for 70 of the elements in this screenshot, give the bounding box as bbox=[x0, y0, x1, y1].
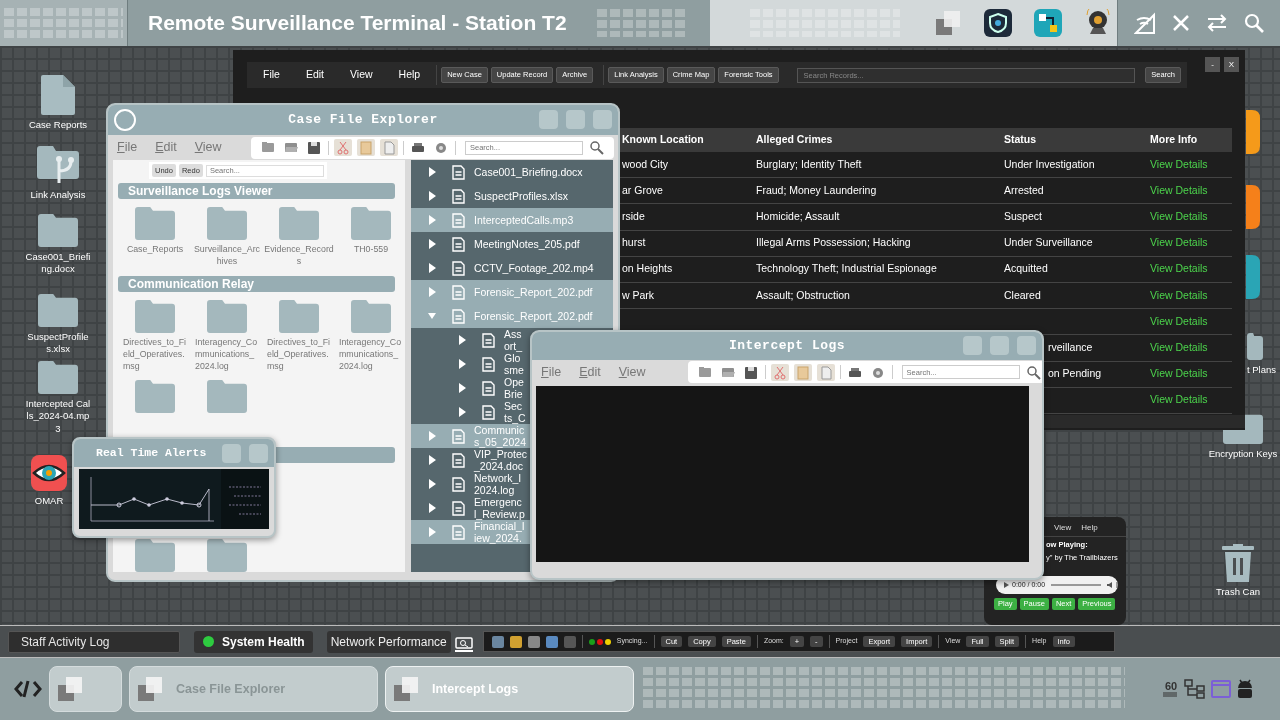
table-cell-text: Under Investigation bbox=[1003, 156, 1096, 172]
table-cell-text: Arrested bbox=[1003, 182, 1045, 198]
details-link[interactable]: View Details bbox=[1150, 341, 1208, 354]
table-cell-text: Under Surveillance bbox=[1003, 235, 1094, 251]
column-header: Known Location bbox=[621, 132, 705, 148]
column-header: Alleged Crimes bbox=[755, 132, 834, 148]
table-cell-text: rside bbox=[621, 209, 646, 225]
details-link[interactable]: View Details bbox=[1150, 262, 1208, 275]
folder-label: Directives_to_Field_Operatives.msg bbox=[267, 337, 331, 373]
table-cell-text: Fraud; Money Laundering bbox=[755, 182, 878, 198]
icon-label: Trash Can bbox=[1215, 586, 1261, 599]
column-header: Status bbox=[1003, 132, 1038, 148]
table-cell-text: on Pending bbox=[1047, 366, 1103, 382]
table-cell-text: on Heights bbox=[621, 261, 674, 277]
folder-label: Interagency_Communications_2024.log bbox=[195, 337, 259, 373]
folder-label: Surveillance_Archives bbox=[193, 244, 261, 268]
menu-item[interactable]: View bbox=[1054, 522, 1072, 536]
window-title: Remote Surveillance Terminal - Station T2 bbox=[148, 10, 567, 36]
icon-label: Link Analysis bbox=[29, 189, 87, 202]
tray-text: 60 bbox=[1164, 681, 1178, 692]
icon-label: t Plans bbox=[1247, 364, 1277, 377]
table-cell-text: Suspect bbox=[1003, 209, 1043, 225]
log-field[interactable]: Staff Activity Log bbox=[8, 630, 180, 653]
details-link[interactable]: View Details bbox=[1150, 393, 1208, 406]
folder-label: Case_Reports bbox=[125, 244, 185, 257]
menu-item[interactable]: Edit bbox=[295, 67, 334, 83]
table-cell-text: Homicide; Assault bbox=[755, 209, 841, 225]
folder-label: Interagency_Communications_2024.log bbox=[339, 337, 403, 373]
details-link[interactable]: View Details bbox=[1150, 183, 1208, 196]
menu-item[interactable]: Help bbox=[1081, 522, 1098, 536]
table-cell-text: wood City bbox=[621, 156, 670, 172]
icon-label: Case001_Briefing.docx bbox=[25, 251, 91, 276]
menu-item[interactable]: Help bbox=[388, 67, 431, 83]
icon-label: Intercepted Calls_2024-04.mp3 bbox=[25, 398, 91, 436]
details-link[interactable]: View Details bbox=[1150, 367, 1208, 380]
window-title: Intercept Logs bbox=[728, 337, 846, 356]
table-cell-text: Acquitted bbox=[1003, 261, 1049, 277]
folder-label: Evidence_Records bbox=[264, 244, 334, 268]
health-indicator[interactable]: System Health bbox=[194, 630, 313, 653]
table-cell-text: Illegal Arms Possession; Hacking bbox=[755, 235, 912, 251]
details-link[interactable]: View Details bbox=[1150, 288, 1208, 301]
table-cell-text: Burglary; Identity Theft bbox=[755, 156, 863, 172]
details-link[interactable]: View Details bbox=[1150, 314, 1208, 327]
folder-label: Directives_to_Field_Operatives.msg bbox=[123, 337, 187, 373]
window-button[interactable]: - bbox=[1205, 57, 1220, 72]
table-cell-text: Cleared bbox=[1003, 287, 1042, 303]
section-header: Surveillance Logs Viewer bbox=[118, 183, 395, 200]
details-link[interactable]: View Details bbox=[1150, 157, 1208, 170]
window-title: Real Time Alerts bbox=[96, 445, 207, 462]
icon-label: SuspectProfiles.xlsx bbox=[26, 331, 90, 356]
window-button[interactable]: X bbox=[1224, 57, 1239, 72]
section-header: Communication Relay bbox=[118, 276, 395, 292]
icon-label: Encryption Keys bbox=[1207, 448, 1279, 461]
table-cell-text: Technology Theft; Industrial Espionage bbox=[755, 261, 938, 277]
icon-label: Case Reports bbox=[27, 119, 89, 132]
table-cell-text: w Park bbox=[621, 287, 656, 303]
icon-label: OMAR bbox=[33, 495, 65, 508]
folder-label: TH0-559 bbox=[352, 244, 390, 257]
menu-item[interactable]: File bbox=[253, 67, 290, 83]
table-cell-text: Assault; Obstruction bbox=[755, 287, 851, 303]
window-title: Case File Explorer bbox=[288, 111, 438, 130]
details-link[interactable]: View Details bbox=[1150, 236, 1208, 249]
table-cell-text: rveillance bbox=[1047, 340, 1094, 356]
table-cell-text: hurst bbox=[621, 235, 647, 251]
menu-item[interactable]: View bbox=[340, 67, 383, 83]
health-label: System Health bbox=[222, 633, 305, 651]
column-header: More Info bbox=[1149, 132, 1199, 148]
details-link[interactable]: View Details bbox=[1150, 210, 1208, 223]
table-cell-text: ar Grove bbox=[621, 182, 664, 198]
network-button[interactable]: Network Performance bbox=[326, 630, 451, 653]
